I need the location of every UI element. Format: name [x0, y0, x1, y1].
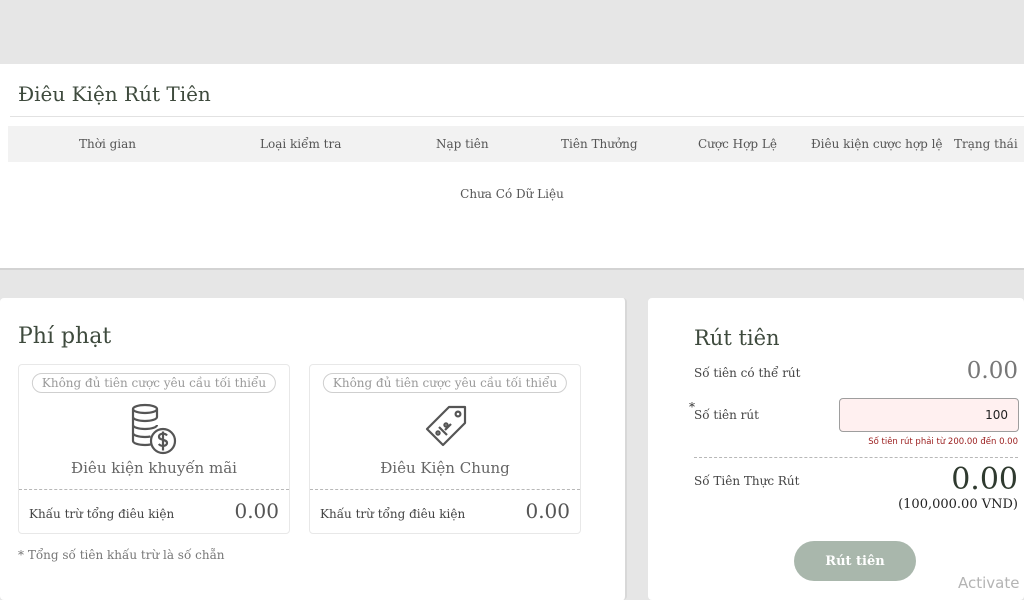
- withdraw-title: Rút tiên: [694, 326, 780, 350]
- activate-watermark: Activate: [958, 574, 1020, 592]
- withdraw-button[interactable]: Rút tiên: [794, 541, 916, 581]
- promotion-condition-label: Điêu kiện khuyến mãi: [71, 459, 237, 477]
- actual-withdraw-vnd: (100,000.00 VND): [898, 497, 1018, 512]
- column-header-valid-bet-condition: Điêu kiện cược hợp lệ: [811, 137, 943, 151]
- conditions-table-header: Thời gian Loại kiểm tra Nạp tiên Tiên Th…: [8, 126, 1024, 162]
- column-header-time: Thời gian: [79, 137, 137, 151]
- column-header-bonus: Tiên Thưởng: [561, 137, 638, 151]
- general-condition-label: Điêu Kiện Chung: [380, 459, 510, 477]
- penalty-panel: Phí phạt Không đủ tiên cược yêu cầu tối …: [0, 298, 627, 600]
- deduct-total-value: 0.00: [525, 499, 570, 523]
- column-header-check-type: Loại kiểm tra: [260, 137, 342, 151]
- deduction-note: * Tổng số tiên khấu trừ là số chẵn: [18, 548, 225, 562]
- deduct-total-label: Khấu trừ tổng điêu kiện: [320, 507, 466, 521]
- deduct-total-label: Khấu trừ tổng điêu kiện: [29, 507, 175, 521]
- empty-state-text: Chưa Có Dữ Liệu: [460, 187, 564, 201]
- actual-withdraw-value: 0.00: [951, 462, 1018, 497]
- promotion-condition-card: Không đủ tiên cược yêu cầu tối thiểu Điê…: [18, 364, 290, 534]
- column-header-valid-bet: Cược Hợp Lệ: [698, 137, 777, 151]
- deduct-total-value: 0.00: [234, 499, 279, 523]
- card-divider: [310, 489, 580, 490]
- amount-error-message: Số tiên rút phải từ 200.00 đến 0.00: [868, 437, 1018, 447]
- coins-dollar-icon: [131, 403, 177, 455]
- withdraw-panel: Rút tiên Số tiên có thể rút 0.00 * Số ti…: [648, 298, 1024, 600]
- withdraw-divider: [694, 457, 1018, 458]
- general-condition-card: Không đủ tiên cược yêu cầu tối thiểu Điê…: [309, 364, 581, 534]
- withdraw-amount-input[interactable]: [839, 398, 1019, 432]
- penalty-title: Phí phạt: [18, 324, 112, 349]
- insufficient-bet-badge: Không đủ tiên cược yêu cầu tối thiểu: [31, 373, 277, 393]
- conditions-title: Điêu Kiện Rút Tiên: [18, 82, 211, 106]
- top-bar: [0, 0, 1024, 63]
- card-divider: [19, 489, 289, 490]
- insufficient-bet-badge: Không đủ tiên cược yêu cầu tối thiểu: [322, 373, 568, 393]
- withdraw-conditions-panel: Điêu Kiện Rút Tiên Thời gian Loại kiểm t…: [0, 64, 1024, 270]
- column-header-deposit: Nạp tiên: [436, 137, 489, 151]
- available-amount-label: Số tiên có thể rút: [694, 366, 801, 380]
- actual-withdraw-label: Số Tiên Thực Rút: [694, 474, 800, 488]
- available-amount-value: 0.00: [966, 358, 1018, 384]
- withdraw-amount-label: Số tiên rút: [694, 408, 759, 422]
- conditions-divider: [10, 116, 1024, 117]
- column-header-status: Trạng thái: [954, 137, 1018, 151]
- tag-percent-icon: [425, 405, 467, 447]
